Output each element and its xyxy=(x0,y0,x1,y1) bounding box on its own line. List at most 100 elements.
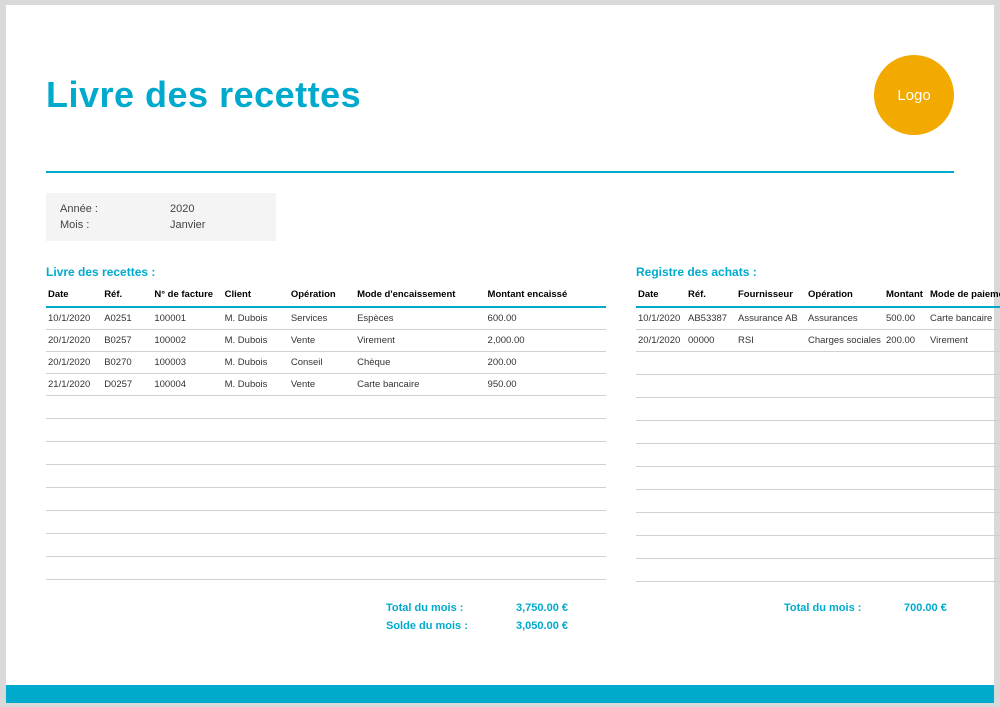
logo-placeholder: Logo xyxy=(874,55,954,135)
table-cell: Virement xyxy=(355,330,485,352)
meta-box: Année : 2020 Mois : Janvier xyxy=(46,193,276,241)
table-row xyxy=(46,534,606,557)
achats-table: DateRéf.FournisseurOpérationMontantMode … xyxy=(636,285,1000,582)
table-cell xyxy=(46,419,102,442)
total-row: Total du mois : 700.00 € xyxy=(636,602,954,614)
table-cell xyxy=(736,559,806,582)
table-cell xyxy=(46,511,102,534)
table-cell xyxy=(806,398,884,421)
table-cell: 20/1/2020 xyxy=(46,352,102,374)
table-cell xyxy=(102,557,152,580)
table-cell xyxy=(46,396,102,419)
table-cell xyxy=(806,421,884,444)
table-cell xyxy=(928,536,1000,559)
table-cell xyxy=(636,559,686,582)
table-cell: B0257 xyxy=(102,330,152,352)
total-value: 3,750.00 € xyxy=(516,602,568,614)
table-cell xyxy=(355,419,485,442)
table-cell xyxy=(223,488,289,511)
table-cell: Conseil xyxy=(289,352,355,374)
table-cell: 950.00 xyxy=(486,374,606,396)
divider xyxy=(46,171,954,173)
table-cell: Virement xyxy=(928,330,1000,352)
table-cell xyxy=(736,536,806,559)
table-row xyxy=(46,419,606,442)
table-cell: 10/1/2020 xyxy=(636,307,686,330)
table-cell xyxy=(636,490,686,513)
meta-year-row: Année : 2020 xyxy=(60,203,262,215)
table-cell xyxy=(928,375,1000,398)
meta-month-row: Mois : Janvier xyxy=(60,219,262,231)
table-cell xyxy=(636,467,686,490)
table-cell: Assurance AB xyxy=(736,307,806,330)
table-row xyxy=(636,490,1000,513)
table-cell xyxy=(884,490,928,513)
balance-value: 3,050.00 € xyxy=(516,620,568,632)
table-cell: Charges sociales xyxy=(806,330,884,352)
table-cell xyxy=(223,511,289,534)
table-cell xyxy=(636,352,686,375)
table-cell xyxy=(928,559,1000,582)
table-cell xyxy=(102,534,152,557)
column-header: Montant xyxy=(884,285,928,307)
achats-column: Registre des achats : DateRéf.Fournisseu… xyxy=(636,265,1000,582)
table-cell xyxy=(289,534,355,557)
year-value: 2020 xyxy=(170,203,194,215)
column-header: Mode de paiement xyxy=(928,285,1000,307)
table-cell xyxy=(884,536,928,559)
table-cell xyxy=(152,396,222,419)
table-cell xyxy=(152,534,222,557)
table-cell: 100002 xyxy=(152,330,222,352)
total-label: Total du mois : xyxy=(386,602,516,614)
table-row: 20/1/2020B0257100002M. DuboisVenteVireme… xyxy=(46,330,606,352)
table-cell: Carte bancaire xyxy=(928,307,1000,330)
column-header: Opération xyxy=(289,285,355,307)
table-cell xyxy=(884,352,928,375)
table-row xyxy=(46,442,606,465)
table-cell xyxy=(884,398,928,421)
table-cell xyxy=(223,396,289,419)
table-cell xyxy=(102,396,152,419)
table-row xyxy=(636,536,1000,559)
table-cell xyxy=(289,419,355,442)
table-cell xyxy=(355,511,485,534)
table-cell xyxy=(355,396,485,419)
table-cell: 00000 xyxy=(686,330,736,352)
table-row xyxy=(46,396,606,419)
table-cell xyxy=(884,421,928,444)
table-cell: Vente xyxy=(289,374,355,396)
table-cell: D0257 xyxy=(102,374,152,396)
table-cell xyxy=(736,490,806,513)
recettes-totals: Total du mois : 3,750.00 € Solde du mois… xyxy=(46,602,606,632)
table-row xyxy=(636,444,1000,467)
table-cell xyxy=(486,534,606,557)
column-header: Fournisseur xyxy=(736,285,806,307)
table-cell: B0270 xyxy=(102,352,152,374)
table-cell xyxy=(289,488,355,511)
achats-title: Registre des achats : xyxy=(636,265,1000,279)
table-row: 10/1/2020A0251100001M. DuboisServicesEsp… xyxy=(46,307,606,330)
table-cell xyxy=(223,534,289,557)
table-row: 20/1/2020B0270100003M. DuboisConseilChèq… xyxy=(46,352,606,374)
table-cell xyxy=(289,465,355,488)
table-cell xyxy=(736,467,806,490)
table-cell xyxy=(152,511,222,534)
table-cell: 20/1/2020 xyxy=(46,330,102,352)
page-title: Livre des recettes xyxy=(46,74,361,116)
table-cell xyxy=(884,513,928,536)
table-cell xyxy=(686,490,736,513)
table-row: 20/1/202000000RSICharges sociales200.00V… xyxy=(636,330,1000,352)
content-columns: Livre des recettes : DateRéf.N° de factu… xyxy=(46,265,954,582)
table-cell xyxy=(152,557,222,580)
table-cell: 100001 xyxy=(152,307,222,330)
column-header: Date xyxy=(636,285,686,307)
table-row xyxy=(46,511,606,534)
table-cell xyxy=(636,536,686,559)
table-cell xyxy=(806,559,884,582)
recettes-title: Livre des recettes : xyxy=(46,265,606,279)
table-cell xyxy=(686,513,736,536)
balance-label: Solde du mois : xyxy=(386,620,516,632)
table-cell xyxy=(46,488,102,511)
table-cell xyxy=(884,559,928,582)
column-header: Date xyxy=(46,285,102,307)
